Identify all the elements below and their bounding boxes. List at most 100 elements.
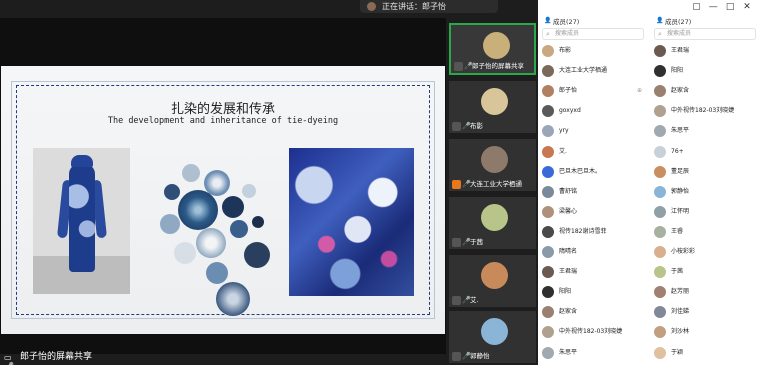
video-tile[interactable]: 🎤 郎子怡的屏幕共享 bbox=[449, 23, 536, 75]
member-name: 刘沙林 bbox=[671, 328, 690, 336]
member-row[interactable]: yry bbox=[542, 124, 646, 139]
member-list-left: 👤 成员(27) ⌕ 搜索成员 布影 大连工业大学栖通 郎子怡 ⊕ goxyxd yry 艾… bbox=[538, 14, 648, 365]
member-count-text: 成员(27) bbox=[665, 18, 692, 26]
member-row[interactable]: 朱思平 bbox=[654, 124, 758, 139]
member-name: 郭静怡 bbox=[671, 187, 690, 195]
member-name: 大连工业大学栖通 bbox=[559, 67, 608, 75]
member-row[interactable]: 小桉彩彩 bbox=[654, 245, 758, 260]
member-row[interactable]: 巴旦木巴旦木。 bbox=[542, 165, 646, 180]
screen-share-icon: ▭🎤 bbox=[4, 353, 14, 365]
member-search-input[interactable]: ⌕ 搜索成员 bbox=[654, 28, 756, 40]
member-row[interactable]: 王君瑞 bbox=[654, 44, 758, 59]
member-row[interactable]: 赵家含 bbox=[654, 84, 758, 99]
screen-share-icon bbox=[454, 62, 463, 71]
member-row[interactable]: 隋晴名 bbox=[542, 245, 646, 260]
tile-label: 🎤 郭静怡 bbox=[452, 352, 490, 361]
member-row[interactable]: 江怀明 bbox=[654, 205, 758, 220]
member-avatar bbox=[654, 45, 666, 57]
member-avatar bbox=[542, 266, 554, 279]
member-avatar bbox=[542, 185, 554, 198]
tie-dye-garment-photo bbox=[33, 148, 130, 294]
video-tile[interactable]: 🎤 大连工业大学栖通 bbox=[449, 139, 536, 191]
window-minimize-button[interactable]: — bbox=[706, 2, 720, 12]
avatar-small-icon bbox=[452, 296, 461, 305]
mic-icon: 🎤 bbox=[462, 296, 471, 304]
member-row[interactable]: 中外视传182-03刘晓婕 bbox=[542, 325, 646, 340]
member-avatar bbox=[542, 165, 554, 178]
member-row[interactable]: 郎子怡 ⊕ bbox=[542, 84, 646, 99]
speaking-text: 正在讲话：郎子怡 bbox=[382, 2, 446, 11]
search-icon: ⌕ bbox=[658, 30, 662, 38]
avatar-small-icon bbox=[452, 238, 461, 247]
share-owner-label: ▭🎤 郎子怡的屏幕共享 bbox=[4, 351, 92, 365]
participant-avatar bbox=[481, 88, 508, 115]
tile-name: 郎子怡的屏幕共享 bbox=[472, 62, 524, 70]
member-avatar bbox=[542, 105, 554, 118]
member-row[interactable]: 郭静怡 bbox=[654, 185, 758, 200]
member-list-right: 👤 成员(27) ⌕ 搜索成员 王君瑞阳阳赵家含中外视传182-03刘晓婕 朱思平… bbox=[650, 14, 760, 365]
window-pin-button[interactable]: ▢ bbox=[689, 2, 703, 12]
member-row[interactable]: 阳阳 bbox=[654, 64, 758, 79]
video-tile-strip: 🎤 郎子怡的屏幕共享 🎤 布影 🎤 大连工业大学栖通 🎤 于茜 🎤 艾. 🎤 郭… bbox=[449, 23, 536, 365]
member-row[interactable]: 王君瑞 bbox=[542, 265, 646, 280]
avatar-small-icon bbox=[452, 352, 461, 361]
member-search-input[interactable]: ⌕ 搜索成员 bbox=[542, 28, 644, 40]
member-name: 巴旦木巴旦木。 bbox=[559, 167, 602, 175]
member-avatar bbox=[542, 286, 554, 299]
participant-avatar bbox=[481, 204, 508, 231]
member-row[interactable]: 朱思平 bbox=[542, 346, 646, 361]
member-avatar bbox=[654, 205, 666, 218]
member-row[interactable]: goxyxd bbox=[542, 104, 646, 119]
tile-name: 大连工业大学栖通 bbox=[470, 180, 522, 188]
member-row[interactable]: 董足辰 bbox=[654, 165, 758, 180]
member-name: 郎子怡 bbox=[559, 87, 578, 95]
tile-name: 布影 bbox=[470, 122, 483, 130]
member-row[interactable]: 于茜 bbox=[654, 265, 758, 280]
member-avatar bbox=[654, 266, 666, 279]
member-row[interactable]: 76+ bbox=[654, 145, 758, 160]
member-panel: ▢ — □ ✕ 👤 成员(27) ⌕ 搜索成员 布影大连工业大学栖通郎子怡 ⊕ go… bbox=[538, 0, 760, 365]
member-row[interactable]: 中外视传182-03刘晓婕 bbox=[654, 104, 758, 119]
member-row[interactable]: 大连工业大学栖通 bbox=[542, 64, 646, 79]
member-row[interactable]: 阳阳 bbox=[542, 285, 646, 300]
participant-avatar bbox=[481, 146, 508, 173]
window-maximize-button[interactable]: □ bbox=[723, 2, 737, 12]
member-name: 朱思平 bbox=[559, 348, 578, 356]
member-avatar bbox=[542, 125, 554, 138]
member-row[interactable]: 曹舒铭 bbox=[542, 185, 646, 200]
member-avatar bbox=[542, 246, 554, 258]
video-tile[interactable]: 🎤 郭静怡 bbox=[449, 311, 536, 363]
member-count-text: 成员(27) bbox=[553, 18, 580, 26]
video-tile[interactable]: 🎤 艾. bbox=[449, 255, 536, 307]
member-name: 中外视传182-03刘晓婕 bbox=[559, 328, 623, 336]
member-name: 小桉彩彩 bbox=[671, 248, 696, 255]
video-tile[interactable]: 🎤 布影 bbox=[449, 81, 536, 133]
member-name: 王君瑞 bbox=[671, 47, 690, 54]
member-name: 董足辰 bbox=[671, 167, 690, 175]
member-row[interactable]: 于颖 bbox=[654, 346, 758, 361]
member-name: 阳阳 bbox=[559, 288, 572, 296]
window-close-button[interactable]: ✕ bbox=[740, 2, 754, 12]
member-row[interactable]: 赵芳丽 bbox=[654, 285, 758, 300]
member-name: yry bbox=[559, 127, 569, 135]
member-avatar bbox=[654, 105, 666, 118]
member-avatar bbox=[654, 125, 666, 138]
video-tile[interactable]: 🎤 于茜 bbox=[449, 197, 536, 249]
member-name: 梁馨心 bbox=[559, 207, 578, 215]
member-row[interactable]: 刘沙林 bbox=[654, 325, 758, 340]
screen-share-view[interactable]: 扎染的发展和传承 The development and inheritance… bbox=[0, 18, 446, 354]
member-row[interactable]: 梁馨心 bbox=[542, 205, 646, 220]
people-icon: 👤 bbox=[656, 17, 664, 24]
mic-icon: 🎤 bbox=[464, 62, 473, 70]
member-avatar bbox=[542, 85, 554, 98]
member-row[interactable]: 艾. bbox=[542, 145, 646, 160]
member-avatar bbox=[654, 346, 666, 359]
member-row[interactable]: 刘佳娣 bbox=[654, 305, 758, 320]
member-row[interactable]: 布影 bbox=[542, 44, 646, 59]
member-row[interactable]: 赵家含 bbox=[542, 305, 646, 320]
member-name: 赵家含 bbox=[559, 308, 578, 316]
participant-avatar bbox=[483, 32, 510, 59]
member-row[interactable]: 王睿 bbox=[654, 225, 758, 240]
participant-avatar bbox=[481, 318, 508, 345]
member-row[interactable]: 视传182谢诗雪菲 bbox=[542, 225, 646, 240]
